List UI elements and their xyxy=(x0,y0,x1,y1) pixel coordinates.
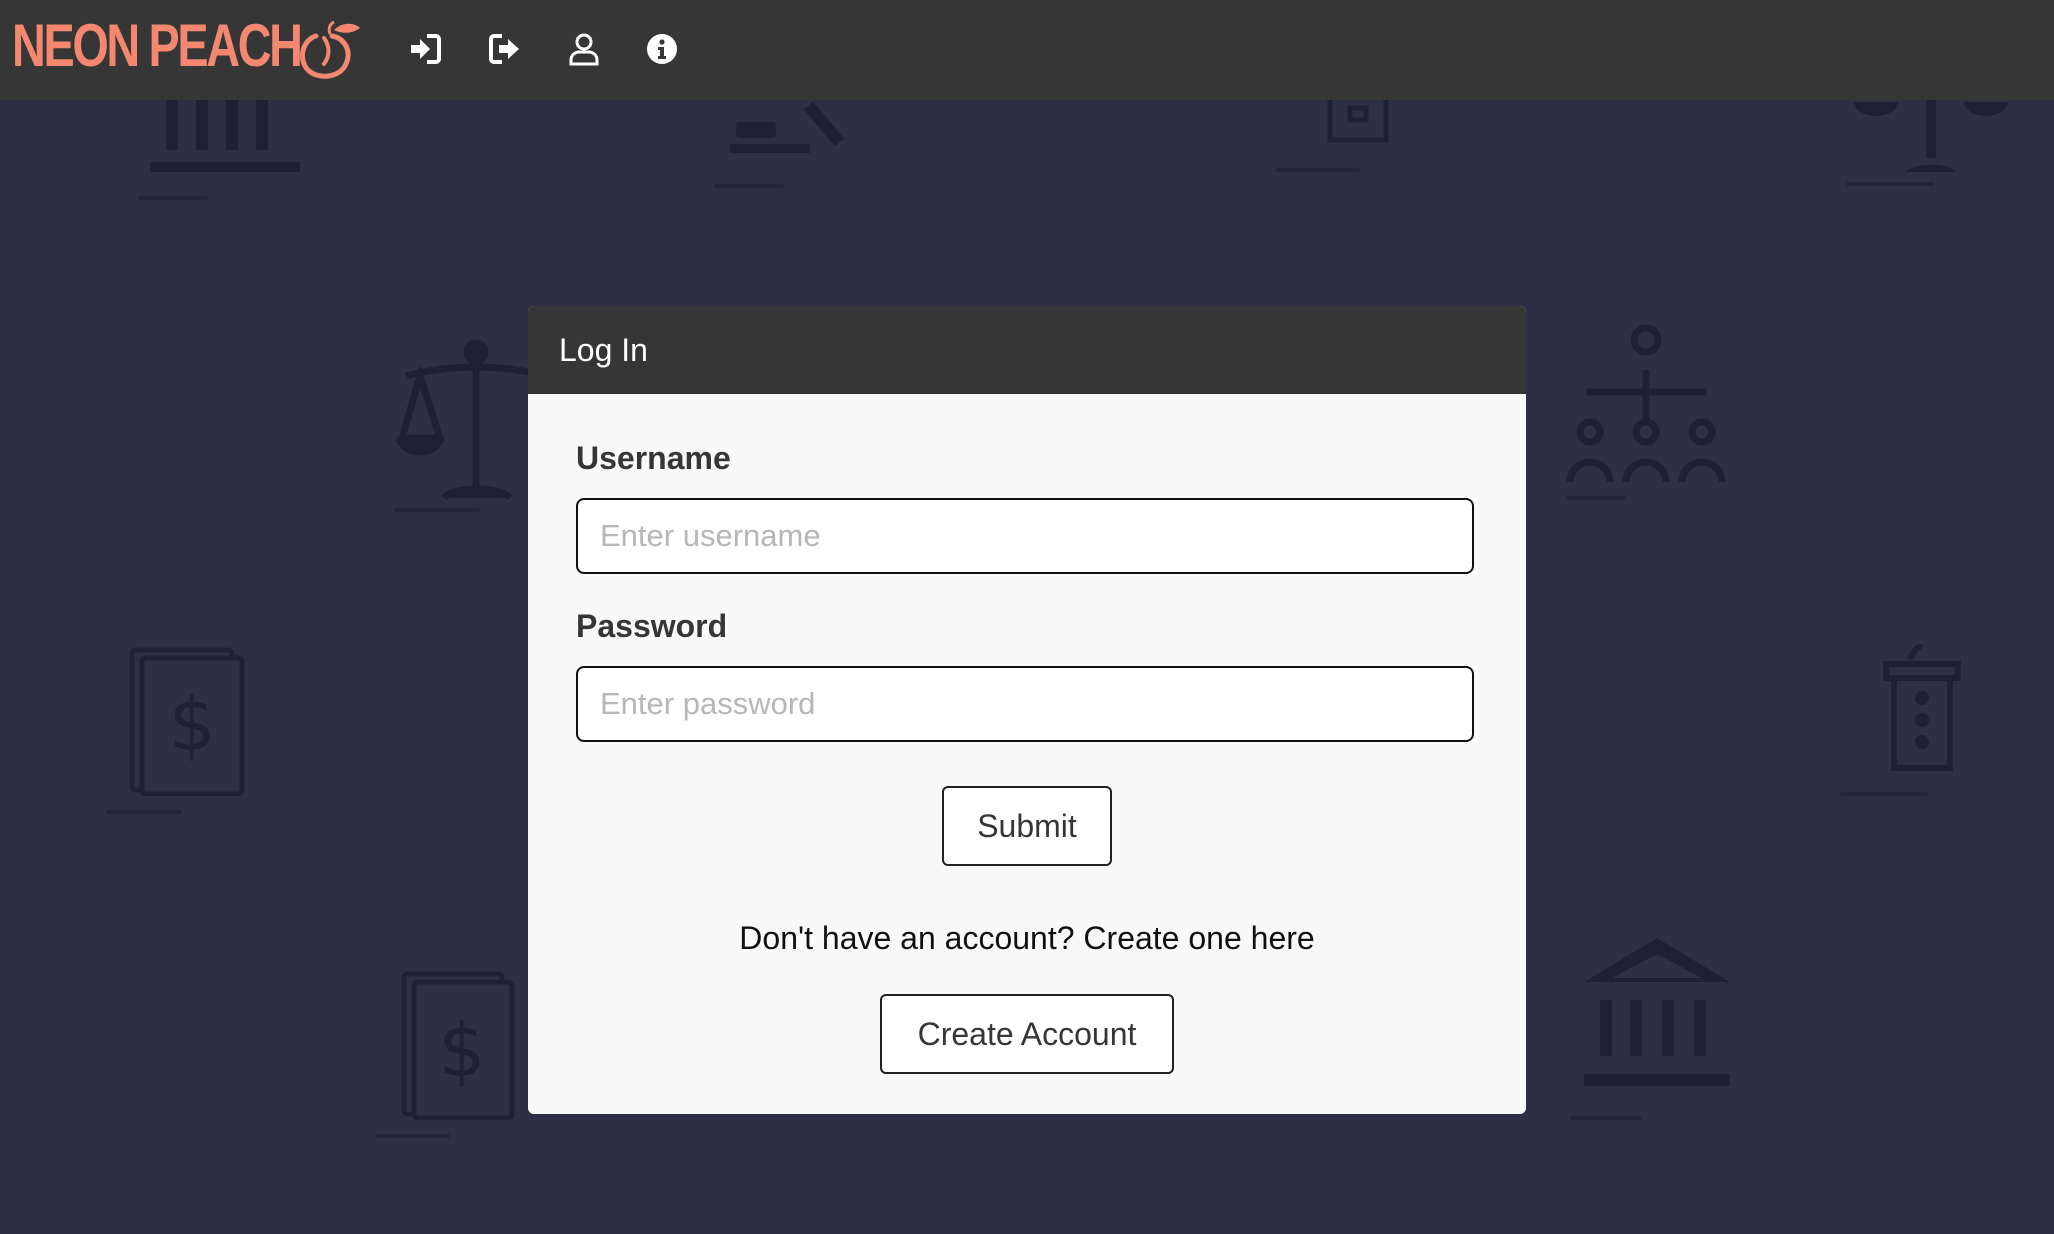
signup-prompt[interactable]: Don't have an account? Create one here xyxy=(528,920,1526,957)
top-navbar: NEON PEACH xyxy=(0,0,2054,100)
scales-icon xyxy=(1846,100,2016,176)
money-document-icon: $ xyxy=(128,644,246,797)
submit-button[interactable]: Submit xyxy=(942,786,1112,866)
courthouse-icon xyxy=(1578,938,1736,1090)
svg-text:$: $ xyxy=(168,682,215,768)
voters-icon xyxy=(1566,324,1726,488)
svg-text:$: $ xyxy=(438,1008,485,1094)
gavel-icon xyxy=(728,100,864,156)
modal-header: Log In xyxy=(528,306,1526,394)
create-account-button[interactable]: Create Account xyxy=(880,994,1174,1074)
money-document-icon: $ xyxy=(400,968,516,1121)
peach-logo-icon[interactable] xyxy=(294,18,364,82)
username-label: Username xyxy=(576,440,731,476)
username-input[interactable] xyxy=(576,498,1474,574)
user-icon[interactable] xyxy=(561,26,607,72)
ballot-box-icon xyxy=(1326,100,1390,144)
brand-logo-text[interactable]: NEON PEACH xyxy=(12,14,303,78)
password-label: Password xyxy=(576,608,728,644)
courthouse-icon xyxy=(148,100,304,176)
login-modal: Log In Username Password Submit Don't ha… xyxy=(528,306,1526,1114)
login-icon[interactable] xyxy=(402,26,448,72)
info-icon[interactable] xyxy=(639,26,685,72)
modal-title: Log In xyxy=(559,332,648,368)
podium-icon xyxy=(1882,642,1962,772)
logout-icon[interactable] xyxy=(482,26,528,72)
password-input[interactable] xyxy=(576,666,1474,742)
